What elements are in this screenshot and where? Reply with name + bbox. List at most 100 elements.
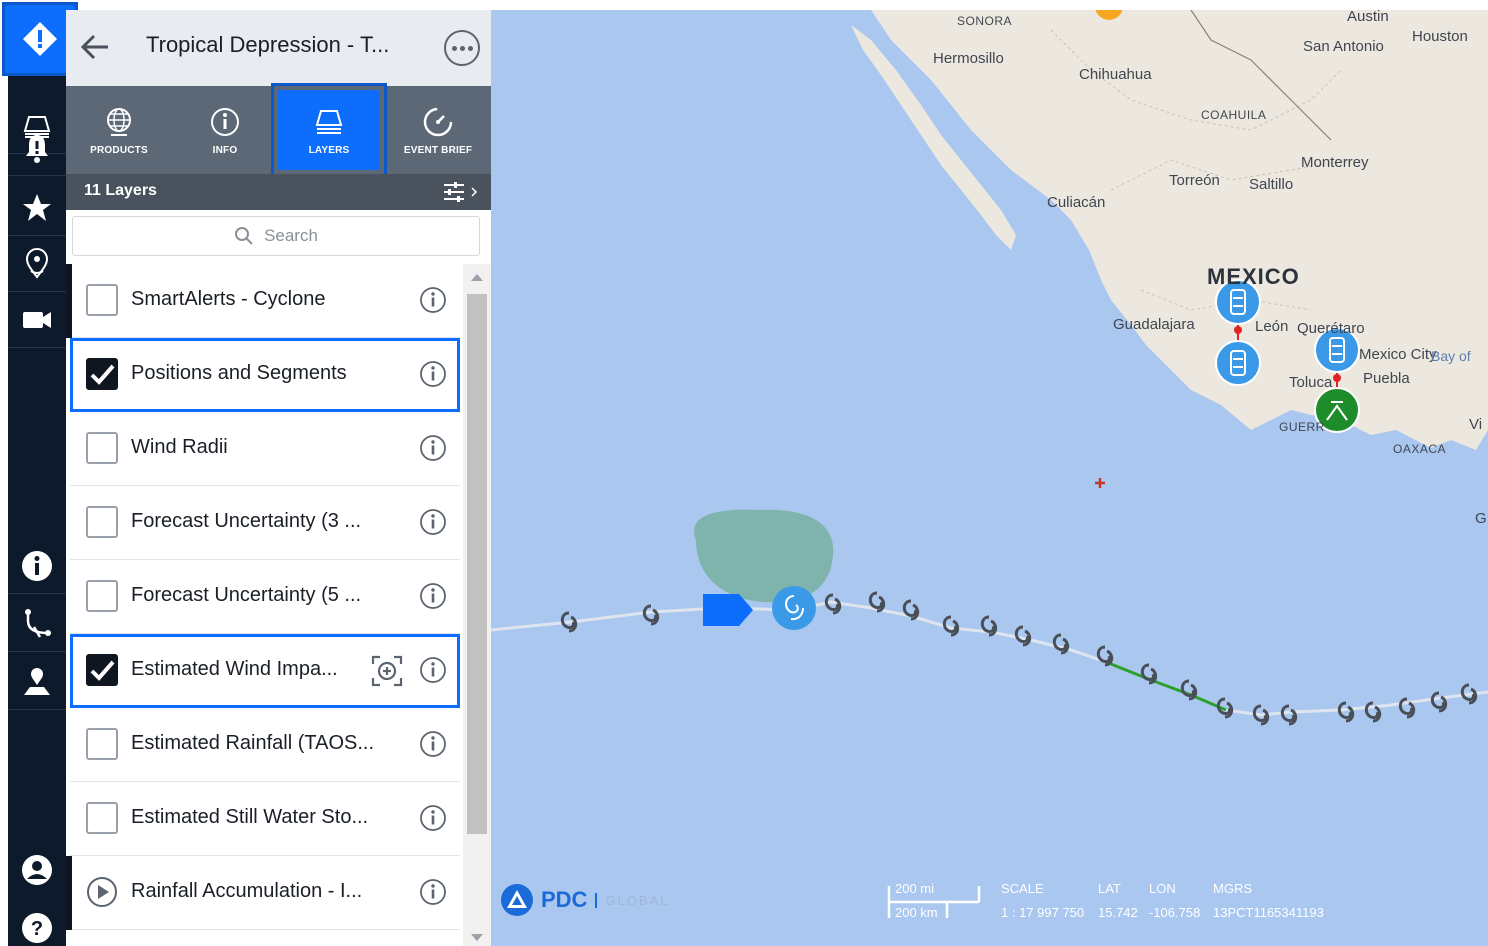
lon-value: -106.758 (1149, 905, 1201, 920)
scale-mi: 200 mi (895, 881, 935, 896)
mgrs-value: 13PCT1165341193 (1213, 905, 1324, 920)
app-root: ? Tropical Depression - T... PRODUCTS IN… (0, 0, 1488, 946)
place-label: Houston (1412, 28, 1468, 45)
info-icon[interactable] (419, 360, 447, 388)
place-label: Monterrey (1301, 154, 1369, 171)
info-icon[interactable] (8, 538, 66, 594)
layer-checkbox[interactable] (86, 506, 118, 538)
place-label: Mexico City (1359, 346, 1437, 363)
tab-layers[interactable]: LAYERS (271, 83, 387, 177)
tab-info[interactable]: INFO (172, 86, 278, 174)
info-icon[interactable] (419, 434, 447, 462)
tab-label: LAYERS (308, 144, 350, 156)
panel-title: Tropical Depression - T... (146, 32, 390, 57)
layer-checkbox[interactable] (86, 802, 118, 834)
search-placeholder: Search (264, 226, 318, 245)
layer-checkbox[interactable] (86, 284, 118, 316)
layers-panel: Tropical Depression - T... PRODUCTS INFO… (66, 10, 491, 946)
video-camera-icon[interactable] (8, 292, 66, 348)
layer-row[interactable]: Estimated Rainfall (TAOS... (70, 708, 460, 782)
mgrs-label: MGRS (1213, 881, 1252, 896)
info-icon[interactable] (419, 804, 447, 832)
layer-checkbox[interactable] (86, 358, 118, 390)
info-icon[interactable] (419, 730, 447, 758)
layer-label: Forecast Uncertainty (5 ... (131, 584, 362, 606)
help-icon[interactable]: ? (8, 900, 66, 946)
star-icon[interactable] (8, 180, 66, 236)
info-icon[interactable] (419, 582, 447, 610)
map-marker-icon[interactable] (8, 654, 66, 710)
left-nav-rail: ? (2, 2, 78, 946)
globe-icon (107, 107, 131, 136)
info-icon[interactable] (419, 656, 447, 684)
gauge-icon (423, 107, 453, 136)
place-label: Torreón (1169, 172, 1220, 189)
pdc-brand-sub: GLOBAL (595, 892, 669, 908)
layer-checkbox[interactable] (86, 432, 118, 464)
layer-label: Estimated Still Water Sto... (131, 806, 369, 828)
tab-products[interactable]: PRODUCTS (66, 86, 172, 174)
tab-label: INFO (212, 144, 238, 156)
layer-label: Estimated Rainfall (TAOS... (131, 732, 375, 754)
back-arrow-icon[interactable] (78, 30, 112, 64)
place-label: Saltillo (1249, 176, 1294, 193)
layer-row[interactable]: Forecast Uncertainty (3 ... (70, 486, 460, 560)
zoom-to-extent-icon[interactable] (370, 654, 404, 688)
layers-scrollbar[interactable] (463, 264, 491, 946)
place-label: GUERR (1279, 420, 1325, 434)
panel-header: Tropical Depression - T... (66, 10, 491, 86)
layer-row[interactable]: SmartAlerts - Cyclone (66, 264, 460, 338)
layer-search-input[interactable]: Search (72, 216, 480, 256)
layer-row[interactable]: Wind Radii (70, 412, 460, 486)
place-label: Chihuahua (1079, 66, 1152, 83)
place-label: MEXICO (1207, 264, 1300, 289)
layer-label: Rainfall Accumulation - I... (131, 880, 363, 902)
pdc-logo-icon (501, 884, 533, 916)
map-footer: PDC GLOBAL 200 mi 200 km SCALE 1 : 17 99… (491, 870, 1488, 946)
layers-count: 11 Layers (84, 182, 157, 199)
place-label: Toluca (1289, 374, 1333, 391)
place-label: OAXACA (1393, 442, 1447, 456)
scroll-up-arrow[interactable] (471, 274, 483, 281)
location-pin-icon[interactable] (8, 236, 66, 292)
layer-row[interactable]: Positions and Segments (70, 338, 460, 412)
scale-km: 200 km (895, 905, 938, 920)
tab-label: PRODUCTS (90, 144, 148, 156)
info-icon[interactable] (419, 878, 447, 906)
scroll-thumb[interactable] (467, 294, 487, 834)
layer-row[interactable]: Forecast Uncertainty (5 ... (70, 560, 460, 634)
filter-sliders-icon[interactable] (442, 180, 482, 204)
search-icon (235, 227, 253, 245)
play-icon[interactable] (86, 876, 118, 908)
more-options-button[interactable] (444, 30, 480, 66)
place-label: Bay of (1431, 348, 1471, 364)
route-icon[interactable] (8, 596, 66, 652)
pdc-logo: PDC GLOBAL (499, 882, 669, 918)
panel-tabs: PRODUCTS INFO LAYERS EVENT BRIEF (66, 83, 491, 177)
place-label: SONORA (957, 14, 1013, 28)
layer-checkbox[interactable] (86, 580, 118, 612)
layer-checkbox[interactable] (86, 654, 118, 686)
place-label: G (1475, 510, 1487, 527)
place-label: Querétaro (1297, 320, 1365, 337)
pdc-brand: PDC (541, 887, 588, 912)
info-icon[interactable] (419, 508, 447, 536)
scroll-down-arrow[interactable] (471, 934, 483, 941)
lon-label: LON (1149, 881, 1176, 896)
layer-label: Positions and Segments (131, 362, 347, 384)
place-label: Vi (1469, 416, 1483, 433)
scale-label: SCALE (1001, 881, 1044, 896)
layer-row[interactable]: Estimated Wind Impa... (70, 634, 460, 708)
bell-alert-icon[interactable] (8, 120, 66, 176)
layer-label: SmartAlerts - Cyclone (131, 288, 326, 310)
layer-checkbox[interactable] (86, 728, 118, 760)
tab-event-brief[interactable]: EVENT BRIEF (385, 86, 491, 174)
user-icon[interactable] (8, 842, 66, 898)
layer-label: Forecast Uncertainty (3 ... (131, 510, 362, 532)
cyclone-track-markers[interactable] (491, 10, 1488, 946)
place-label: Austin (1347, 10, 1389, 25)
layer-row[interactable]: Estimated Still Water Sto... (70, 782, 460, 856)
info-icon[interactable] (419, 286, 447, 314)
layer-row[interactable]: Rainfall Accumulation - I... (66, 856, 460, 930)
map-view[interactable]: SONORA Austin Houston San Antonio Hermos… (491, 10, 1488, 946)
